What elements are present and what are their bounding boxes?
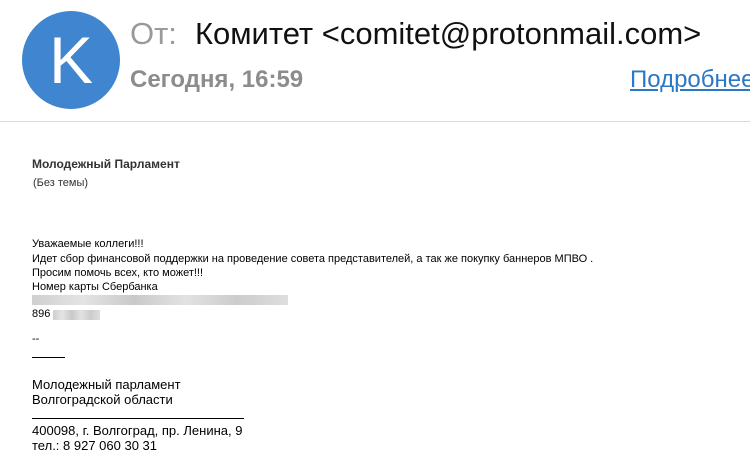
redacted-card-number — [32, 295, 288, 305]
signature-separator — [32, 418, 244, 419]
signature-rule — [32, 357, 65, 358]
header-divider — [0, 121, 750, 122]
from-line: От: Комитет <comitet@protonmail.com> — [130, 14, 701, 54]
message-subject: (Без темы) — [33, 177, 89, 189]
signature-dashes: -- — [32, 333, 40, 345]
signature-line-2: Волгоградской области — [32, 392, 173, 407]
sender-address[interactable]: Комитет <comitet@protonmail.com> — [195, 16, 701, 51]
message-header: K От: Комитет <comitet@protonmail.com> Се… — [0, 0, 750, 122]
body-line: Идет сбор финансовой поддержки на провед… — [32, 253, 594, 265]
signature-address: 400098, г. Волгоград, пр. Ленина, 9 — [32, 423, 243, 438]
organization-name: Молодежный Парламент — [32, 157, 180, 171]
from-label: От: — [130, 16, 177, 51]
body-line: Номер карты Сбербанка — [32, 281, 158, 293]
details-link[interactable]: Подробнее — [630, 64, 750, 96]
greeting-line: Уважаемые коллеги!!! — [32, 238, 144, 250]
phone-line: 896 — [32, 308, 50, 321]
signature-line-1: Молодежный парламент — [32, 377, 181, 392]
sender-avatar: K — [22, 11, 120, 109]
redacted-phone — [53, 310, 100, 320]
body-line: Просим помочь всех, кто может!!! — [32, 267, 204, 279]
signature-phone: тел.: 8 927 060 30 31 — [32, 438, 158, 453]
message-date: Сегодня, 16:59 — [130, 66, 304, 93]
phone-prefix: 896 — [32, 308, 51, 320]
